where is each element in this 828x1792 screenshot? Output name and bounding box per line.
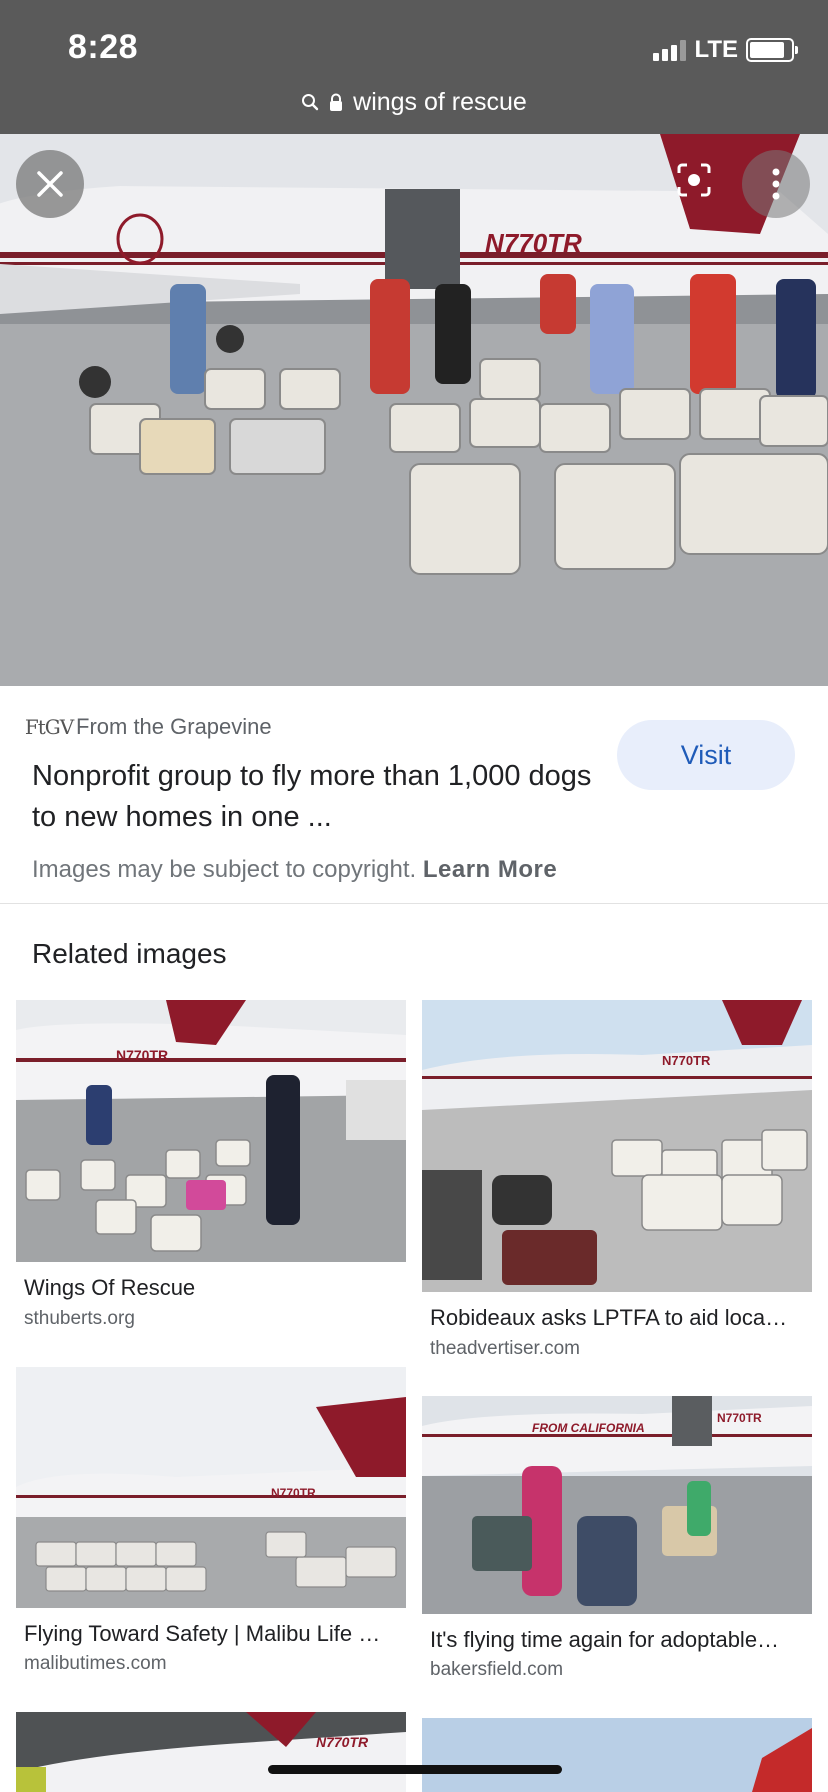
thumbnail-illustration: N770TR [16,1000,406,1262]
browser-top-bar: 8:28 LTE wings of rescue [0,0,828,134]
related-thumbnail[interactable]: N770TR [16,1712,406,1792]
close-button[interactable] [16,150,84,218]
battery-icon [746,38,798,62]
source-attribution[interactable]: FtGV From the Grapevine [24,712,272,742]
image-title[interactable]: Nonprofit group to fly more than 1,000 d… [32,756,592,838]
related-thumbnail[interactable]: N770TR [16,1367,406,1608]
thumbnail-registration: N770TR [316,1734,369,1750]
lens-icon [677,163,711,197]
source-name: From the Grapevine [76,714,272,739]
url-text: wings of rescue [353,87,527,116]
more-vertical-icon [772,168,780,200]
search-icon [302,94,319,111]
close-icon [37,171,63,197]
thumbnail-registration: N770TR [717,1411,762,1425]
copyright-notice: Images may be subject to copyright. Lear… [32,856,557,884]
thumbnail-illustration: N770TR [422,1000,812,1292]
status-time: 8:28 [68,28,139,66]
thumbnail-illustration: N770TR [16,1712,406,1792]
related-image-domain: sthuberts.org [24,1308,135,1329]
visit-button[interactable]: Visit [617,720,795,790]
related-thumbnail[interactable] [422,1718,812,1792]
divider [0,903,828,904]
hero-illustration: N770TR [0,134,828,686]
learn-more-link[interactable]: Learn More [423,856,557,883]
thumbnail-illustration [422,1718,812,1792]
status-indicators: LTE [653,36,798,64]
related-image-domain: bakersfield.com [430,1659,564,1680]
thumbnail-registration: N770TR [271,1486,316,1500]
copyright-text: Images may be subject to copyright. [32,856,417,883]
fuselage-text: FROM CALIFORNIA [532,1421,645,1435]
thumbnail-illustration: FROM CALIFORNIA N770TR [422,1396,812,1614]
related-image-title[interactable]: It's flying time again for adoptable… [430,1627,808,1653]
main-image[interactable]: N770TR [0,134,828,686]
source-favicon: FtGV [24,715,74,739]
home-indicator[interactable] [268,1765,562,1774]
url-bar[interactable]: wings of rescue [0,84,828,120]
lock-icon [330,93,343,111]
thumbnail-illustration: N770TR [16,1367,406,1608]
related-images-heading: Related images [32,938,227,969]
related-image-domain: malibutimes.com [24,1653,167,1674]
thumbnail-registration: N770TR [662,1053,711,1068]
lens-button[interactable] [674,160,714,200]
related-thumbnail[interactable]: N770TR [16,1000,406,1262]
related-image-domain: theadvertiser.com [430,1338,580,1359]
more-options-button[interactable] [742,150,810,218]
signal-icon [653,39,687,61]
thumbnail-registration: N770TR [116,1047,168,1063]
related-thumbnail[interactable]: FROM CALIFORNIA N770TR [422,1396,812,1614]
network-type: LTE [694,36,738,63]
related-image-title[interactable]: Wings Of Rescue [24,1275,404,1301]
related-thumbnail[interactable]: N770TR [422,1000,812,1292]
related-image-title[interactable]: Flying Toward Safety | Malibu Life … [24,1621,402,1647]
related-image-title[interactable]: Robideaux asks LPTFA to aid loca… [430,1305,808,1331]
tail-registration-text: N770TR [485,228,582,258]
